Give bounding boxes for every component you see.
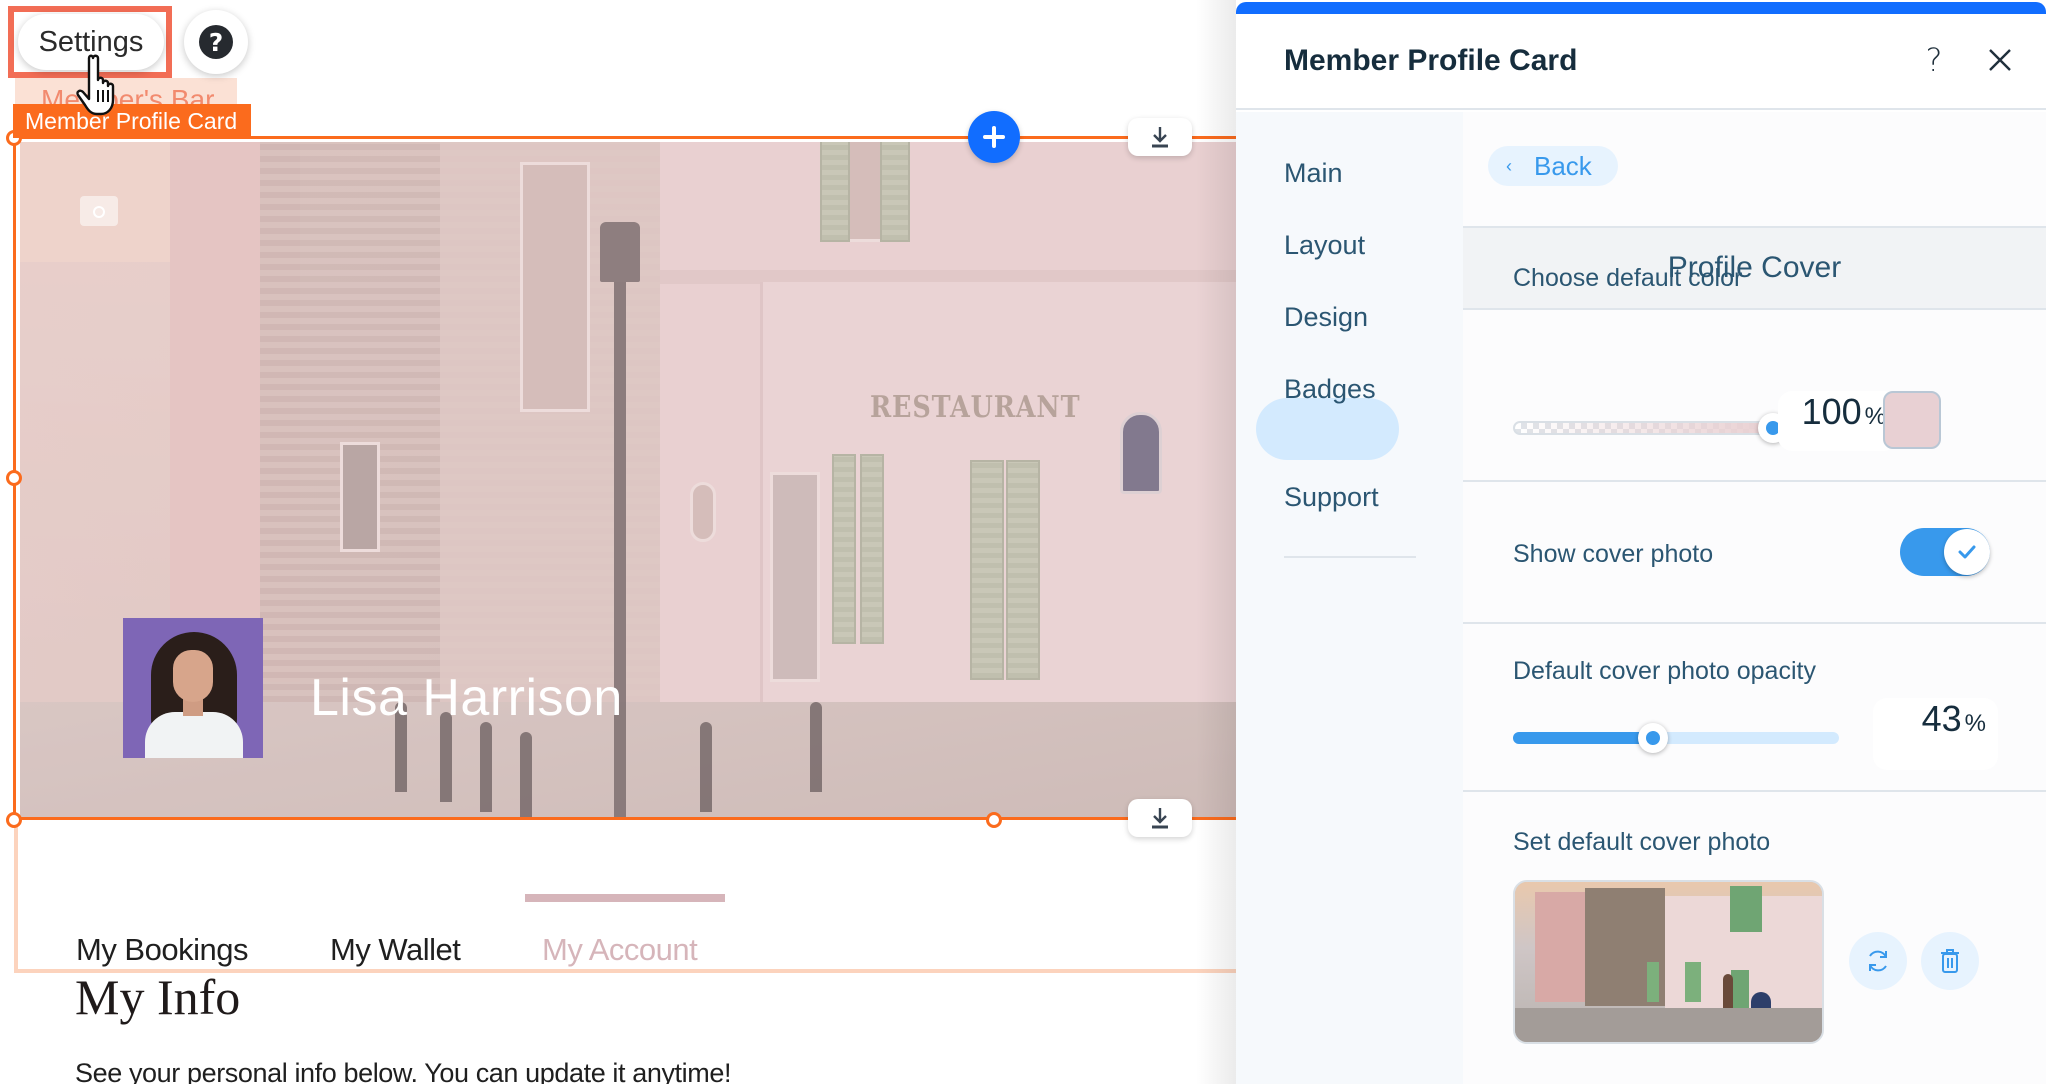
stretch-top-button[interactable] — [1128, 118, 1192, 156]
thumb-shutter — [1685, 962, 1701, 1002]
thumb-shutter — [1730, 886, 1762, 932]
color-picker-swatch[interactable] — [1883, 391, 1941, 449]
section-divider — [1463, 622, 2046, 624]
cover-opacity-input[interactable]: 43% — [1873, 698, 1998, 770]
selection-frame — [13, 136, 1236, 820]
cover-opacity-label: Default cover photo opacity — [1513, 657, 1816, 685]
help-button[interactable]: ? — [184, 10, 248, 74]
delete-cover-photo-button[interactable] — [1921, 932, 1979, 990]
nav-item-badges[interactable]: Badges — [1284, 374, 1376, 405]
panel-close-button[interactable] — [1982, 42, 2018, 78]
show-cover-photo-label: Show cover photo — [1513, 540, 1714, 568]
chevron-left-icon: ‹ — [1506, 155, 1512, 176]
trash-icon — [1941, 949, 1959, 973]
panel-help-button[interactable]: ? — [1916, 40, 1952, 80]
replace-cover-photo-button[interactable] — [1849, 932, 1907, 990]
nav-item-main[interactable]: Main — [1284, 158, 1343, 189]
thumb-shutter — [1647, 962, 1659, 1002]
toggle-thumb — [1944, 529, 1990, 575]
cover-opacity-value: 43 — [1921, 698, 1962, 739]
tab-my-bookings[interactable]: My Bookings — [76, 932, 248, 968]
color-opacity-input[interactable]: 100% — [1778, 391, 1898, 451]
panel-side-nav: Main Layout Design Badges Support — [1236, 112, 1463, 1084]
add-element-button[interactable] — [968, 111, 1020, 163]
cover-opacity-slider-fill — [1513, 732, 1654, 744]
nav-item-layout[interactable]: Layout — [1284, 230, 1365, 261]
download-arrow-icon — [1152, 127, 1168, 148]
active-tab-indicator — [525, 894, 725, 902]
hand-pointer-cursor-icon — [76, 54, 115, 116]
download-arrow-icon — [1152, 808, 1168, 829]
close-icon — [1989, 49, 2011, 71]
cover-opacity-slider-track[interactable] — [1513, 732, 1839, 744]
question-circle-icon: ? — [199, 25, 233, 59]
show-cover-photo-toggle[interactable] — [1900, 528, 1990, 576]
cover-opacity-slider-handle[interactable] — [1638, 723, 1669, 753]
question-mark-icon: ? — [1925, 41, 1943, 79]
color-opacity-slider-track[interactable] — [1513, 421, 1773, 435]
section-divider — [1463, 480, 2046, 482]
refresh-icon — [1869, 950, 1887, 972]
page-description: See your personal info below. You can up… — [75, 1058, 732, 1084]
cover-photo-label: Set default cover photo — [1513, 828, 1771, 856]
tab-my-account[interactable]: My Account — [542, 932, 698, 968]
nav-active-highlight — [1256, 398, 1399, 460]
component-name-label: Member Profile Card — [13, 104, 252, 138]
panel-title: Member Profile Card — [1284, 44, 1578, 77]
default-color-label: Choose default color — [1513, 264, 1743, 292]
editor-canvas: RESTAURANT Lisa Harrison Member's Bar Se… — [0, 0, 1236, 1084]
color-opacity-value: 100 — [1801, 391, 1862, 432]
tab-my-wallet[interactable]: My Wallet — [330, 932, 461, 968]
thumb-street — [1515, 1008, 1822, 1042]
back-label: Back — [1534, 150, 1592, 181]
checkmark-icon — [1958, 545, 1976, 559]
percent-unit: % — [1964, 710, 1986, 737]
resize-handle-left[interactable] — [6, 470, 22, 486]
resize-handle-bottom[interactable] — [986, 812, 1002, 828]
back-button[interactable]: ‹ Back — [1488, 146, 1618, 186]
nav-item-support[interactable]: Support — [1284, 482, 1379, 513]
panel-shadow — [1196, 0, 1236, 1084]
section-divider — [1463, 790, 2046, 792]
nav-divider — [1284, 556, 1416, 558]
panel-content: ‹ Back Profile Cover Choose default colo… — [1463, 112, 2046, 1084]
cover-photo-thumbnail[interactable] — [1513, 880, 1824, 1044]
resize-handle-bottom-left[interactable] — [6, 812, 22, 828]
settings-panel: Member Profile Card ? Main Layout Design… — [1236, 0, 2046, 1084]
stretch-bottom-button[interactable] — [1128, 799, 1192, 837]
nav-item-design[interactable]: Design — [1284, 302, 1368, 333]
page-heading: My Info — [75, 969, 241, 1025]
plus-icon — [983, 126, 1005, 148]
panel-drag-bar[interactable] — [1236, 2, 2046, 14]
